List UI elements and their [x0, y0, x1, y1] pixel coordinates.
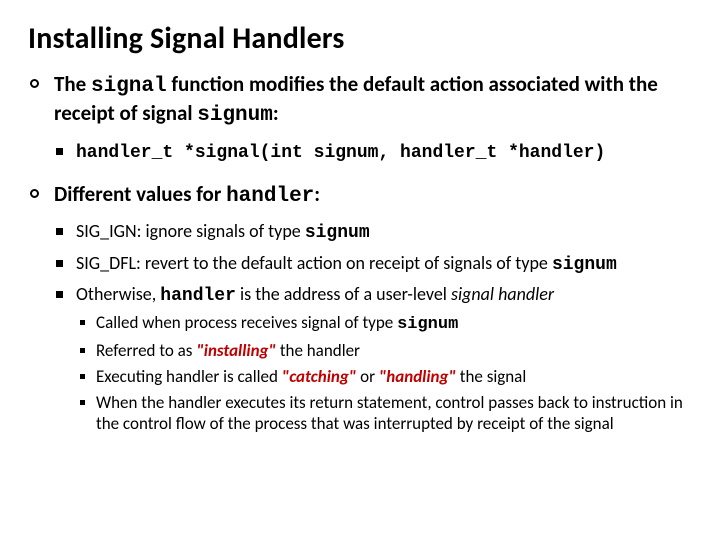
term-catching: "catching" — [282, 366, 357, 387]
text: Executing handler is called — [96, 366, 282, 387]
text: or — [356, 366, 379, 387]
code-inline: signal — [91, 75, 167, 98]
code-inline: signum — [197, 104, 273, 127]
item-otherwise: Otherwise, handler is the address of a u… — [54, 283, 692, 435]
text: the signal — [456, 366, 526, 387]
text: is the address of a user-level — [236, 283, 451, 305]
code-inline: signum — [397, 315, 458, 334]
text: : — [273, 100, 279, 126]
text: The — [54, 71, 91, 97]
text: Otherwise, — [76, 283, 160, 305]
text: SIG_DFL: revert to the default action on… — [76, 252, 552, 274]
sub-list: handler_t *signal(int signum, handler_t … — [54, 140, 692, 165]
text: Different values for — [54, 181, 226, 207]
slide: Installing Signal Handlers The signal fu… — [0, 0, 720, 540]
text: : — [314, 181, 320, 207]
subitem-return: When the handler executes its return sta… — [76, 392, 692, 436]
bullet-list: The signal function modifies the default… — [28, 71, 692, 435]
subitem-called-when: Called when process receives signal of t… — [76, 312, 692, 336]
text: When the handler executes its return sta… — [96, 392, 683, 435]
code-inline: handler — [226, 185, 314, 208]
code-inline: handler — [160, 286, 236, 306]
sub-list: SIG_IGN: ignore signals of type signum S… — [54, 220, 692, 435]
term-installing: "installing" — [196, 340, 276, 361]
sub-sub-list: Called when process receives signal of t… — [76, 312, 692, 435]
item-sig-ign: SIG_IGN: ignore signals of type signum — [54, 220, 692, 245]
code: handler_t *signal(int signum, handler_t … — [76, 143, 605, 163]
bullet-signal-fn: The signal function modifies the default… — [28, 71, 692, 165]
text: the handler — [276, 340, 360, 361]
code-inline: signum — [305, 223, 370, 243]
subitem-installing: Referred to as "installing" the handler — [76, 340, 692, 362]
code-line: handler_t *signal(int signum, handler_t … — [54, 140, 692, 165]
text: Referred to as — [96, 340, 196, 361]
text: SIG_IGN: ignore signals of type — [76, 220, 305, 242]
term-signal-handler: signal handler — [451, 283, 554, 305]
item-sig-dfl: SIG_DFL: revert to the default action on… — [54, 252, 692, 277]
term-handling: "handling" — [379, 366, 456, 387]
bullet-handler-values: Different values for handler: SIG_IGN: i… — [28, 181, 692, 435]
text: Called when process receives signal of t… — [96, 312, 397, 333]
subitem-catching: Executing handler is called "catching" o… — [76, 366, 692, 388]
page-title: Installing Signal Handlers — [28, 20, 692, 57]
code-inline: signum — [552, 255, 617, 275]
